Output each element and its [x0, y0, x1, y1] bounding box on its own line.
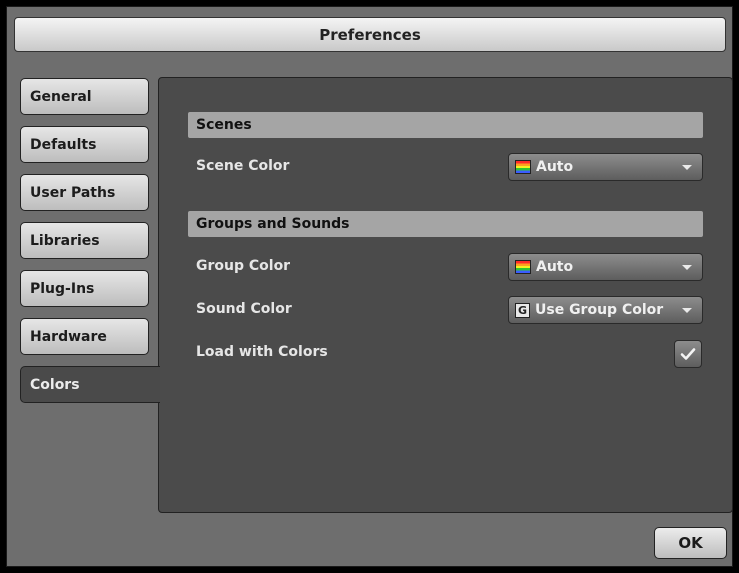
sound-color-dropdown[interactable]: G Use Group Color	[508, 296, 703, 324]
chevron-down-icon	[682, 307, 692, 313]
load-with-colors-checkbox[interactable]	[674, 340, 702, 368]
chevron-down-icon	[682, 164, 692, 170]
scene-color-value: Auto	[536, 159, 574, 175]
group-color-icon: G	[515, 302, 530, 318]
rainbow-icon	[515, 260, 531, 274]
tab-plug-ins[interactable]: Plug-Ins	[20, 270, 149, 307]
section-header-groups-and-sounds: Groups and Sounds	[188, 211, 703, 237]
tab-defaults[interactable]: Defaults	[20, 126, 149, 163]
checkmark-icon	[680, 348, 696, 360]
group-color-label: Group Color	[196, 258, 291, 274]
group-color-dropdown[interactable]: Auto	[508, 253, 703, 281]
colors-settings-panel	[158, 77, 733, 513]
tab-libraries[interactable]: Libraries	[20, 222, 149, 259]
tab-user-paths[interactable]: User Paths	[20, 174, 149, 211]
sound-color-value: Use Group Color	[535, 302, 664, 318]
sound-color-label: Sound Color	[196, 301, 292, 317]
window-title: Preferences	[14, 17, 726, 52]
section-header-scenes: Scenes	[188, 112, 703, 138]
scene-color-dropdown[interactable]: Auto	[508, 153, 703, 181]
tab-general[interactable]: General	[20, 78, 149, 115]
ok-button[interactable]: OK	[654, 527, 727, 559]
tab-hardware[interactable]: Hardware	[20, 318, 149, 355]
group-color-value: Auto	[536, 259, 574, 275]
scene-color-label: Scene Color	[196, 158, 290, 174]
load-with-colors-label: Load with Colors	[196, 344, 328, 360]
chevron-down-icon	[682, 264, 692, 270]
rainbow-icon	[515, 160, 531, 174]
tab-colors[interactable]: Colors	[20, 366, 160, 403]
